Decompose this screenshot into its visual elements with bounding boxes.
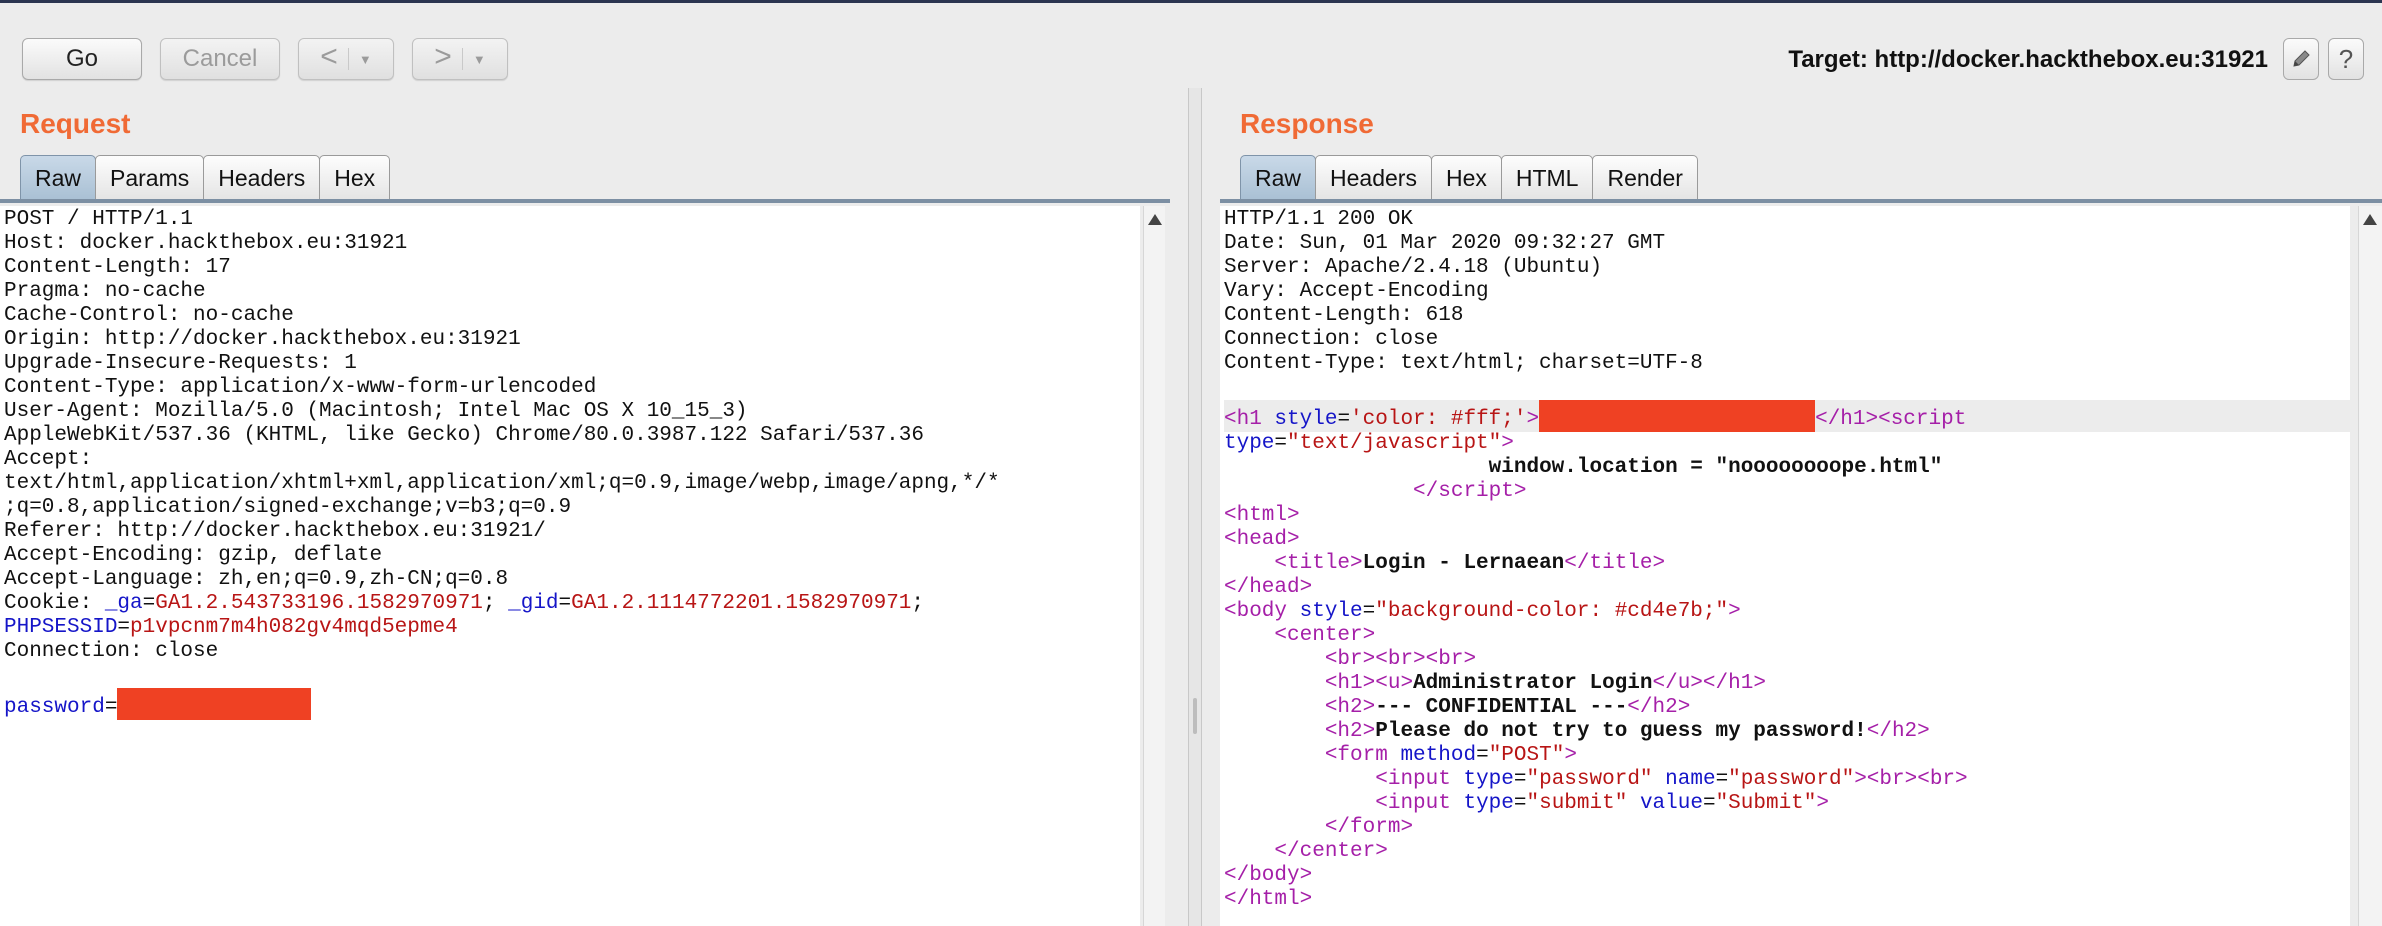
scroll-up-arrow-icon[interactable] bbox=[1148, 214, 1162, 225]
target-label: Target: http://docker.hackthebox.eu:3192… bbox=[1788, 46, 2268, 73]
response-tab-html[interactable]: HTML bbox=[1500, 155, 1594, 200]
request-tab-rule bbox=[0, 199, 1170, 203]
chevron-down-icon[interactable]: ▼ bbox=[359, 52, 372, 67]
button-separator bbox=[461, 48, 463, 70]
highlighted-line: <h1 style='color: #fff;'> </h1><script bbox=[1224, 400, 2350, 432]
request-tab-headers[interactable]: Headers bbox=[203, 155, 321, 200]
response-title: Response bbox=[1240, 108, 1374, 139]
response-tabs: Raw Headers Hex HTML Render bbox=[1240, 155, 1698, 200]
cancel-button-label: Cancel bbox=[182, 45, 258, 72]
request-text: POST / HTTP/1.1 Host: docker.hackthebox.… bbox=[4, 208, 1000, 720]
request-tab-raw[interactable]: Raw bbox=[20, 155, 97, 200]
request-title: Request bbox=[20, 108, 131, 139]
split-divider[interactable] bbox=[1188, 88, 1202, 926]
chevron-left-icon: < bbox=[320, 40, 338, 73]
help-button[interactable]: ? bbox=[2328, 38, 2364, 80]
redacted-h1-content bbox=[1539, 400, 1816, 432]
divider-grip[interactable] bbox=[1193, 698, 1197, 734]
response-editor[interactable]: HTTP/1.1 200 OK Date: Sun, 01 Mar 2020 0… bbox=[1220, 206, 2350, 926]
back-button[interactable]: < ▼ bbox=[298, 38, 394, 80]
chevron-right-icon: > bbox=[434, 40, 452, 73]
request-tabs: Raw Params Headers Hex bbox=[20, 155, 391, 200]
request-tab-hex[interactable]: Hex bbox=[319, 155, 391, 200]
response-tab-hex[interactable]: Hex bbox=[1430, 155, 1502, 200]
scroll-up-arrow-icon[interactable] bbox=[2363, 214, 2377, 225]
forward-button[interactable]: > ▼ bbox=[412, 38, 508, 80]
response-tab-render[interactable]: Render bbox=[1592, 155, 1698, 200]
edit-target-button[interactable] bbox=[2283, 38, 2319, 80]
request-editor[interactable]: POST / HTTP/1.1 Host: docker.hackthebox.… bbox=[0, 206, 1140, 926]
response-scrollbar[interactable] bbox=[2358, 206, 2382, 926]
help-icon: ? bbox=[2338, 43, 2354, 74]
go-button[interactable]: Go bbox=[22, 38, 142, 80]
response-tab-rule bbox=[1220, 199, 2382, 203]
window-top-border bbox=[0, 0, 2382, 3]
cancel-button[interactable]: Cancel bbox=[160, 38, 280, 80]
response-tab-headers[interactable]: Headers bbox=[1315, 155, 1432, 200]
chevron-down-icon[interactable]: ▼ bbox=[473, 52, 486, 67]
response-tab-raw[interactable]: Raw bbox=[1240, 155, 1317, 200]
button-separator bbox=[347, 48, 349, 70]
request-tab-params[interactable]: Params bbox=[95, 155, 205, 200]
pencil-icon bbox=[2293, 50, 2310, 67]
go-button-label: Go bbox=[65, 45, 98, 72]
response-text: HTTP/1.1 200 OK Date: Sun, 01 Mar 2020 0… bbox=[1224, 208, 2350, 912]
request-scrollbar[interactable] bbox=[1143, 206, 1165, 926]
redacted-password bbox=[117, 688, 312, 720]
password-param: password bbox=[4, 696, 105, 719]
